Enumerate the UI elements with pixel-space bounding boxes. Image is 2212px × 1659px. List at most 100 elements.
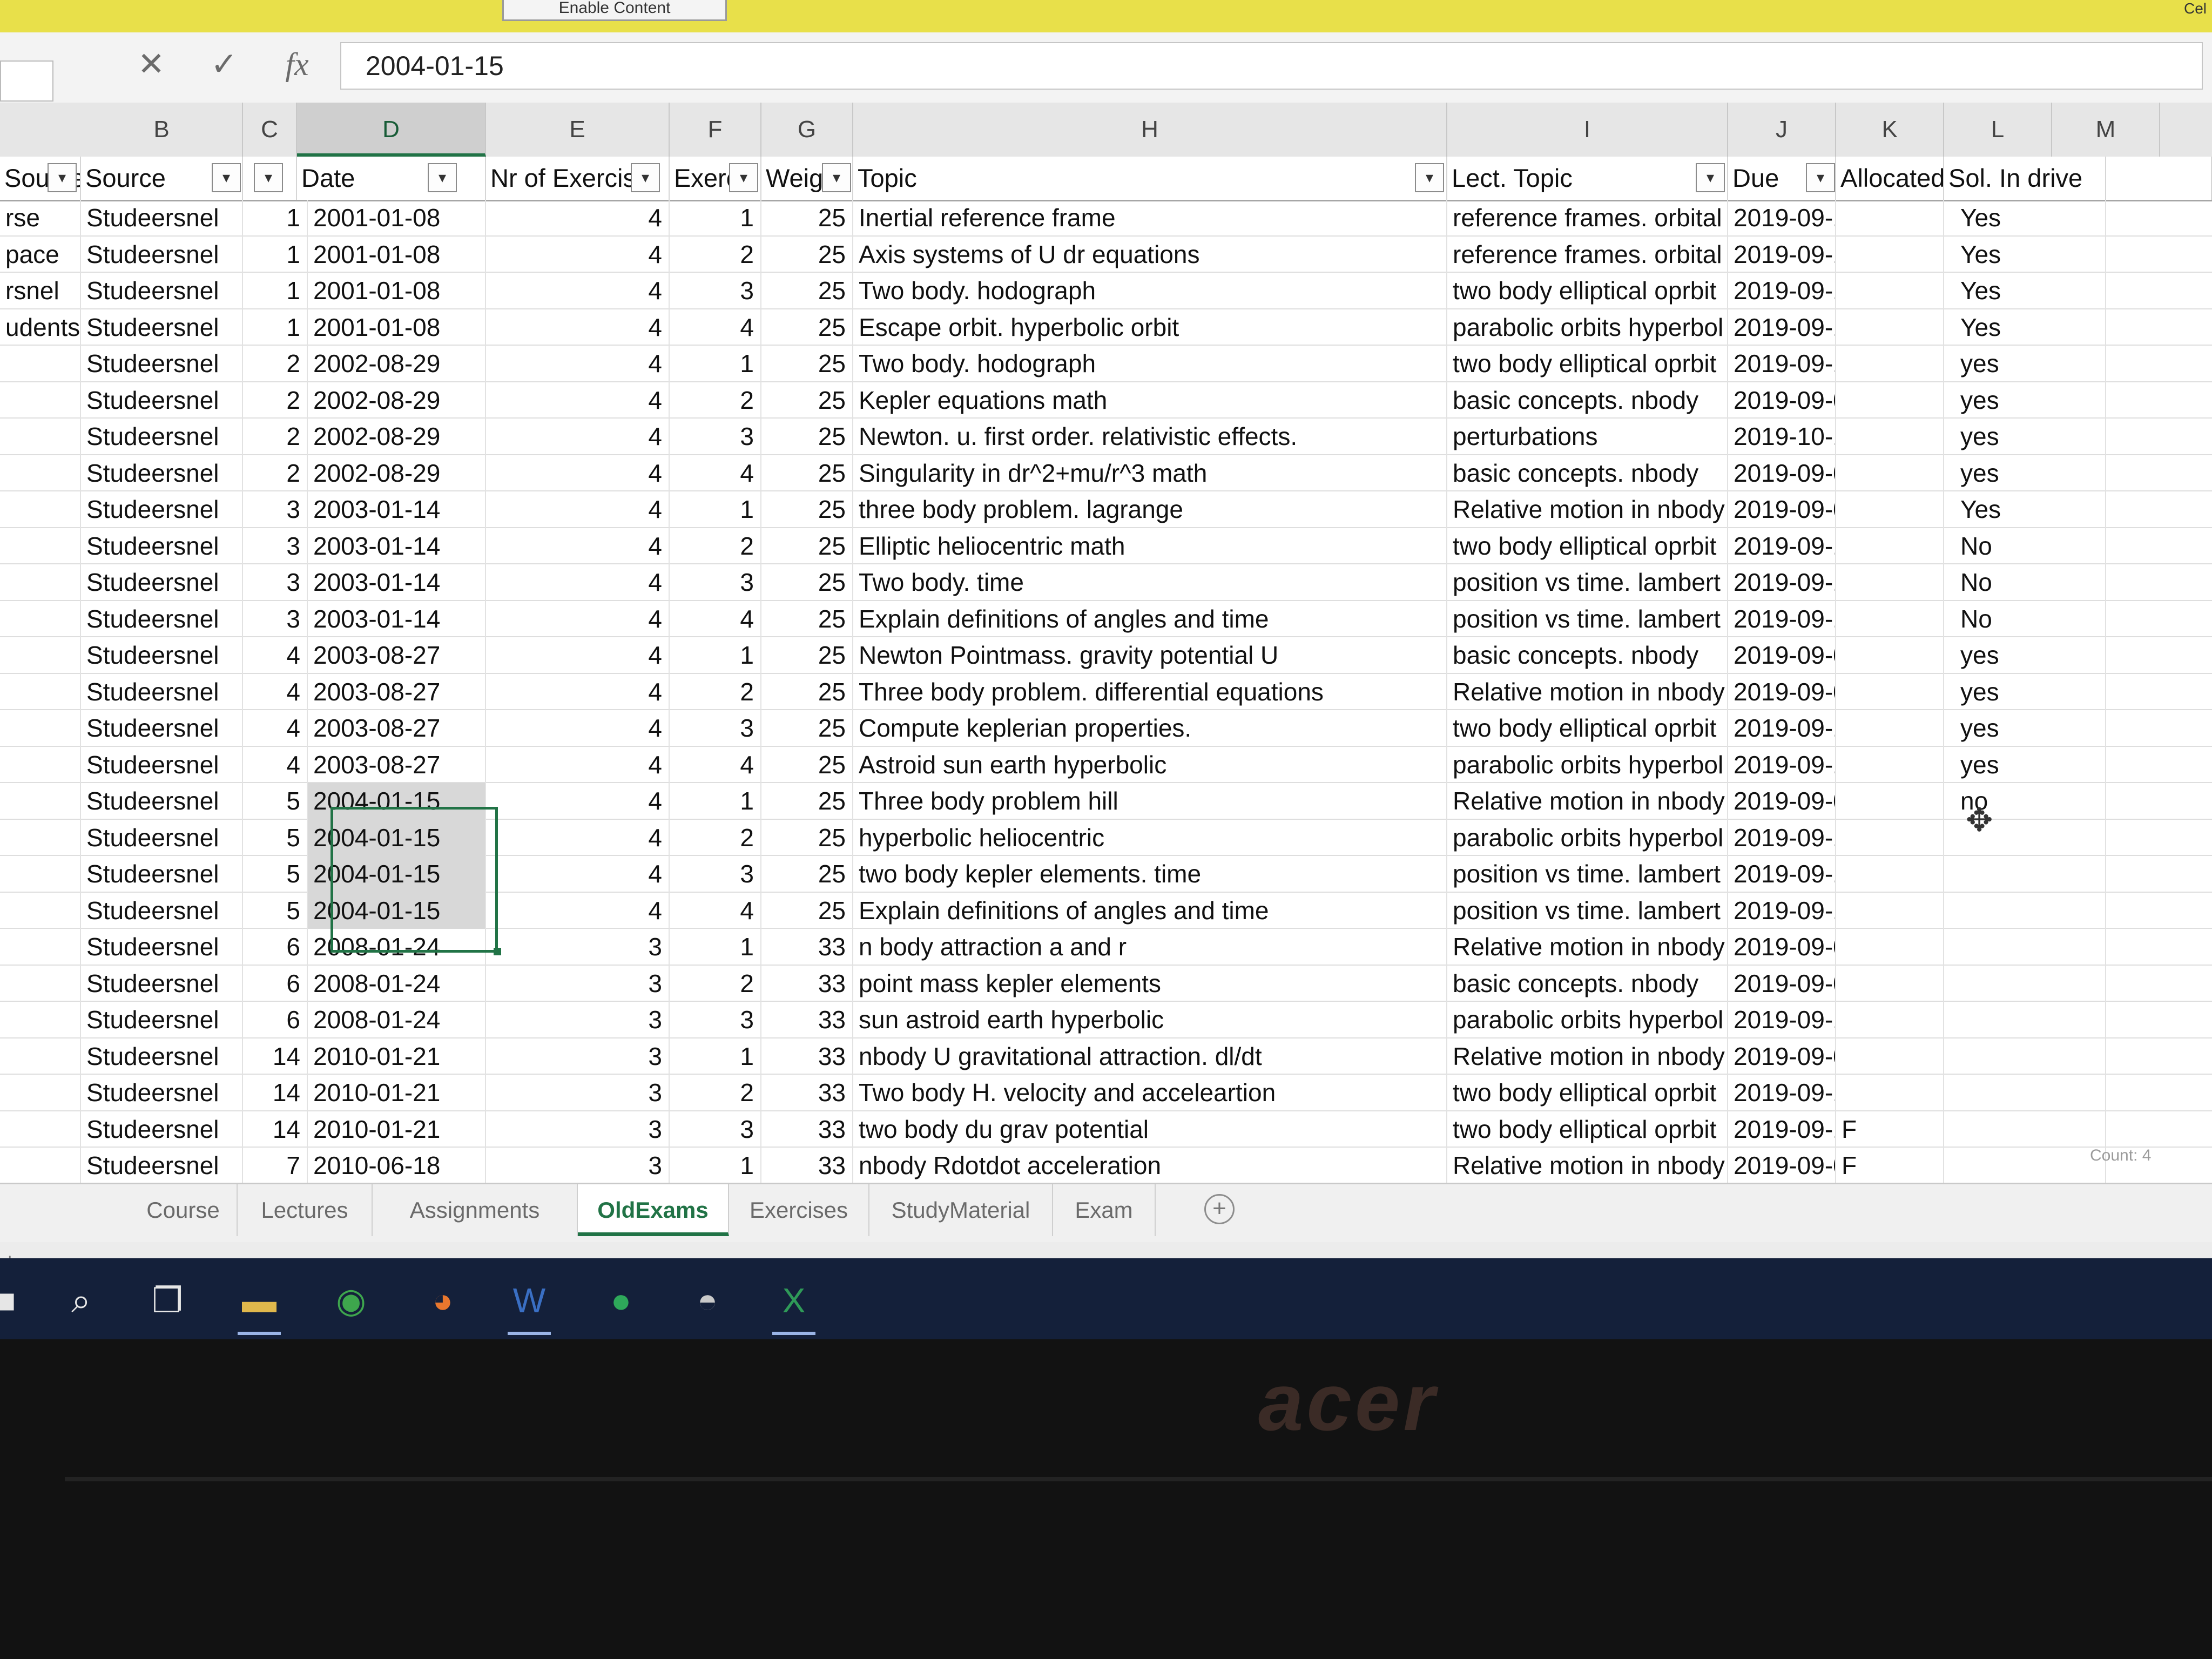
cell-exam-nr[interactable]: 7 (243, 1148, 308, 1184)
cell-exercise[interactable]: 4 (670, 601, 761, 637)
cell-allocated[interactable] (1836, 564, 1944, 601)
cell-allocated[interactable] (1836, 419, 1944, 455)
cell-source[interactable]: Studeersnel (81, 710, 243, 747)
cell-nr-of-exercises[interactable]: 4 (486, 419, 670, 455)
cell-due[interactable]: 2019-09-05 (1728, 673, 1836, 710)
cell-lect-topic[interactable]: Relative motion in nbody (1447, 929, 1728, 966)
cell-lect-topic[interactable]: two body elliptical oprbit (1447, 710, 1728, 747)
cell-allocated[interactable] (1836, 673, 1944, 710)
cell-exercise[interactable]: 1 (670, 200, 761, 237)
cell-nr-of-exercises[interactable]: 4 (486, 346, 670, 382)
file-explorer-icon[interactable]: ▬ (232, 1273, 286, 1335)
cell-exercise[interactable]: 1 (670, 1038, 761, 1075)
cell-allocated[interactable] (1836, 637, 1944, 674)
cell-topic[interactable]: Newton Pointmass. gravity potential U (853, 637, 1447, 674)
cell-weight[interactable]: 25 (761, 892, 853, 929)
cell-source-prev[interactable] (0, 819, 81, 856)
cell-lect-topic[interactable]: Relative motion in nbody (1447, 1148, 1728, 1184)
cell-exercise[interactable]: 4 (670, 309, 761, 346)
filter-dropdown-icon[interactable]: ▾ (1696, 163, 1725, 192)
cell-source[interactable]: Studeersnel (81, 455, 243, 491)
cell-source[interactable]: Studeersnel (81, 673, 243, 710)
cell-date[interactable]: 2010-01-21 (308, 1038, 486, 1075)
cell-nr-of-exercises[interactable]: 3 (486, 1148, 670, 1184)
cell-allocated[interactable] (1836, 965, 1944, 1002)
cell-exercise[interactable]: 2 (670, 673, 761, 710)
cell-topic[interactable]: Three body problem hill (853, 783, 1447, 820)
cell-exam-nr[interactable]: 4 (243, 637, 308, 674)
cell-exam-nr[interactable]: 6 (243, 965, 308, 1002)
cell-weight[interactable]: 33 (761, 1038, 853, 1075)
cell-sol-in-drive[interactable]: Yes (1944, 491, 2106, 528)
column-header-e[interactable]: E (486, 103, 670, 157)
tab-assignments[interactable]: Assignments (373, 1184, 578, 1236)
cell-allocated[interactable]: F (1836, 1148, 1944, 1184)
cell-sol-in-drive[interactable]: No (1944, 528, 2106, 564)
cell-topic[interactable]: Two body. time (853, 564, 1447, 601)
cell-date[interactable]: 2004-01-15 (308, 783, 486, 820)
cell-due[interactable]: 2019-09-03 (1728, 965, 1836, 1002)
cell-allocated[interactable] (1836, 1038, 1944, 1075)
cell-exam-nr[interactable]: 6 (243, 1002, 308, 1038)
column-header-k[interactable]: K (1836, 103, 1944, 157)
cell-source[interactable]: Studeersnel (81, 601, 243, 637)
cell-lect-topic[interactable]: position vs time. lambert (1447, 601, 1728, 637)
cell-allocated[interactable] (1836, 309, 1944, 346)
cell-lect-topic[interactable]: two body elliptical oprbit (1447, 273, 1728, 309)
cell-topic[interactable]: Axis systems of U dr equations (853, 236, 1447, 273)
cell-source[interactable]: Studeersnel (81, 236, 243, 273)
cell-due[interactable]: 2019-09-05 (1728, 783, 1836, 820)
cell-source[interactable]: Studeersnel (81, 491, 243, 528)
cell-exam-nr[interactable]: 1 (243, 273, 308, 309)
cell-weight[interactable]: 25 (761, 200, 853, 237)
cell-topic[interactable]: Newton. u. first order. relativistic eff… (853, 419, 1447, 455)
cell-allocated[interactable] (1836, 783, 1944, 820)
cell-nr-of-exercises[interactable]: 3 (486, 1075, 670, 1111)
cell-date[interactable]: 2001-01-08 (308, 273, 486, 309)
cell-due[interactable]: 2019-09-17 (1728, 200, 1836, 237)
cell-sol-in-drive[interactable]: No (1944, 564, 2106, 601)
cell-allocated[interactable] (1836, 710, 1944, 747)
cell-date[interactable]: 2001-01-08 (308, 236, 486, 273)
cell-date[interactable]: 2010-01-21 (308, 1075, 486, 1111)
enter-icon[interactable]: ✓ (208, 43, 240, 85)
cell-exam-nr[interactable]: 2 (243, 419, 308, 455)
cell-lect-topic[interactable]: two body elliptical oprbit (1447, 346, 1728, 382)
cell-nr-of-exercises[interactable]: 4 (486, 236, 670, 273)
cell-exam-nr[interactable]: 5 (243, 783, 308, 820)
cell-date[interactable]: 2002-08-29 (308, 382, 486, 419)
tab-course[interactable]: Course (130, 1184, 238, 1236)
cell-date[interactable]: 2002-08-29 (308, 346, 486, 382)
cell-weight[interactable]: 25 (761, 819, 853, 856)
cell-topic[interactable]: three body problem. lagrange (853, 491, 1447, 528)
search-icon[interactable]: ⌕ (54, 1273, 108, 1327)
cell-due[interactable]: 2019-09-12 (1728, 1002, 1836, 1038)
cell-sol-in-drive[interactable]: Yes (1944, 200, 2106, 237)
cell-date[interactable]: 2003-08-27 (308, 673, 486, 710)
cell-lect-topic[interactable]: parabolic orbits hyperbol (1447, 309, 1728, 346)
cell-allocated[interactable] (1836, 601, 1944, 637)
excel-icon[interactable]: X (767, 1273, 821, 1335)
cell-due[interactable]: 2019-09-10 (1728, 1075, 1836, 1111)
cell-date[interactable]: 2008-01-24 (308, 1002, 486, 1038)
cell-exercise[interactable]: 2 (670, 819, 761, 856)
cell-exercise[interactable]: 1 (670, 637, 761, 674)
cell-exercise[interactable]: 3 (670, 1111, 761, 1148)
cell-sol-in-drive[interactable] (1944, 965, 2106, 1002)
cell-weight[interactable]: 33 (761, 929, 853, 966)
cell-weight[interactable]: 33 (761, 1075, 853, 1111)
column-header-f[interactable]: F (670, 103, 761, 157)
cell-allocated[interactable] (1836, 746, 1944, 783)
cell-source-prev[interactable] (0, 856, 81, 893)
cell-lect-topic[interactable]: basic concepts. nbody (1447, 965, 1728, 1002)
cell-lect-topic[interactable]: basic concepts. nbody (1447, 637, 1728, 674)
cell-sol-in-drive[interactable] (1944, 1075, 2106, 1111)
cell-nr-of-exercises[interactable]: 4 (486, 601, 670, 637)
cell-weight[interactable]: 25 (761, 637, 853, 674)
cell-lect-topic[interactable]: position vs time. lambert (1447, 892, 1728, 929)
cell-topic[interactable]: two body kepler elements. time (853, 856, 1447, 893)
add-sheet-icon[interactable]: + (1204, 1194, 1235, 1224)
cell-source[interactable]: Studeersnel (81, 200, 243, 237)
cell-allocated[interactable] (1836, 892, 1944, 929)
cell-topic[interactable]: nbody U gravitational attraction. dl/dt (853, 1038, 1447, 1075)
